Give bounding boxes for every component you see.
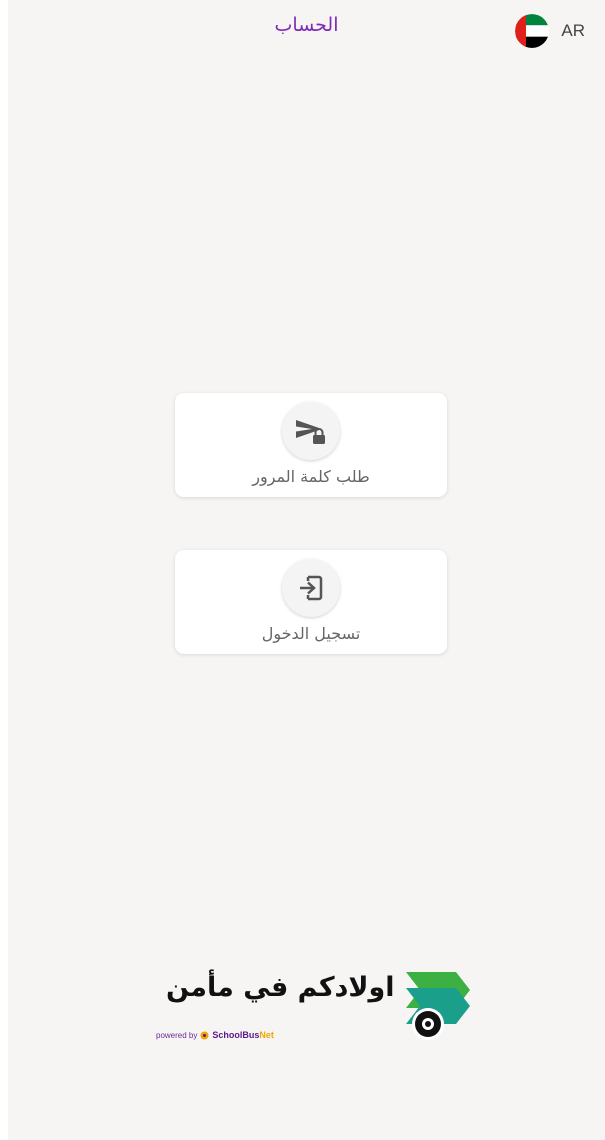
request-password-icon-circle <box>282 402 340 460</box>
screen: الحساب AR طلب كلمة المرور تسجيل الدخول ا… <box>8 0 605 1140</box>
schoolbusnet-logo-icon <box>200 1031 209 1039</box>
request-password-button[interactable]: طلب كلمة المرور <box>175 393 447 497</box>
request-password-label: طلب كلمة المرور <box>252 467 370 486</box>
brand-name: SchoolBusNet <box>212 1030 274 1040</box>
login-icon <box>300 575 323 601</box>
language-switcher[interactable]: AR <box>515 14 585 48</box>
powered-by-label: powered by <box>156 1030 198 1040</box>
powered-by: powered by SchoolBusNet <box>156 1030 274 1040</box>
footer-logo: اولادكم في مأمن powered by SchoolBusNet <box>156 968 476 1078</box>
uae-flag-icon <box>515 14 550 48</box>
login-label: تسجيل الدخول <box>261 624 361 643</box>
login-icon-circle <box>282 559 340 617</box>
app-header: الحساب AR <box>8 0 605 64</box>
slogan-text: اولادكم في مأمن <box>166 972 395 1003</box>
language-label: AR <box>561 21 585 40</box>
send-lock-icon <box>296 420 325 444</box>
bus-logo-icon <box>406 972 470 1040</box>
login-button[interactable]: تسجيل الدخول <box>175 550 447 654</box>
